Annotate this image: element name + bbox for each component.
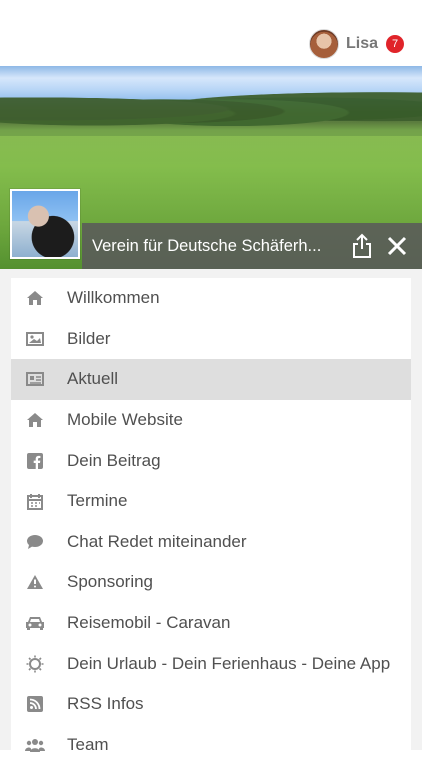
home-icon — [24, 409, 46, 431]
close-button[interactable] — [384, 231, 410, 261]
menu-item-team[interactable]: Team — [11, 724, 411, 765]
warning-icon — [24, 571, 46, 593]
menu-item-label: Chat Redet miteinander — [67, 531, 247, 551]
team-icon — [24, 734, 46, 756]
home-icon — [24, 287, 46, 309]
menu-item-label: Team — [67, 734, 109, 754]
header-image: Verein für Deutsche Schäferh... — [0, 66, 422, 269]
menu-item-mobile-website[interactable]: Mobile Website — [11, 399, 411, 441]
tree-line — [0, 86, 422, 132]
menu-item-label: Bilder — [67, 328, 111, 348]
menu-item-label: Aktuell — [67, 369, 119, 389]
menu-item-label: Mobile Website — [67, 410, 183, 430]
avatar[interactable] — [308, 29, 339, 59]
menu-item-termine[interactable]: Termine — [11, 480, 411, 522]
title-bar: Verein für Deutsche Schäferh... — [82, 223, 422, 269]
image-icon — [24, 328, 46, 350]
calendar-icon — [24, 490, 46, 512]
menu-item-aktuell[interactable]: Aktuell — [11, 359, 411, 400]
menu-item-urlaub[interactable]: Dein Urlaub - Dein Ferienhaus - Deine Ap… — [11, 643, 411, 684]
rss-icon — [24, 693, 46, 715]
menu-item-label: RSS Infos — [67, 694, 144, 714]
facebook-icon — [24, 450, 46, 472]
menu-item-label: Dein Beitrag — [67, 450, 161, 470]
menu-item-label: Dein Urlaub - Dein Ferienhaus - Deine Ap… — [67, 653, 391, 673]
navigation-menu: Willkommen Bilder Aktuell Mobile Website… — [11, 278, 411, 765]
close-icon — [387, 236, 407, 256]
menu-item-dein-beitrag[interactable]: Dein Beitrag — [11, 440, 411, 481]
username[interactable]: Lisa — [346, 35, 378, 53]
menu-item-label: Sponsoring — [67, 572, 154, 592]
newspaper-icon — [24, 368, 46, 390]
menu-item-label: Reisemobil - Caravan — [67, 613, 231, 633]
menu-item-label: Termine — [67, 491, 128, 511]
menu-item-rss[interactable]: RSS Infos — [11, 683, 411, 725]
notification-badge[interactable]: 7 — [386, 35, 404, 53]
sun-icon — [24, 653, 46, 675]
share-icon — [353, 233, 371, 258]
menu-item-sponsoring[interactable]: Sponsoring — [11, 562, 411, 603]
user-menu[interactable]: Lisa 7 — [308, 28, 404, 60]
menu-item-willkommen[interactable]: Willkommen — [11, 278, 411, 319]
page-title: Verein für Deutsche Schäferh... — [92, 236, 322, 255]
profile-thumbnail[interactable] — [10, 189, 80, 259]
menu-item-label: Willkommen — [67, 288, 160, 308]
share-button[interactable] — [350, 232, 374, 260]
menu-item-reisemobil[interactable]: Reisemobil - Caravan — [11, 602, 411, 644]
car-icon — [24, 612, 46, 634]
menu-panel: Willkommen Bilder Aktuell Mobile Website… — [0, 269, 422, 765]
chat-bubble-icon — [24, 531, 46, 553]
top-bar: Lisa 7 — [0, 0, 422, 66]
menu-item-chat[interactable]: Chat Redet miteinander — [11, 521, 411, 563]
menu-item-bilder[interactable]: Bilder — [11, 318, 411, 360]
